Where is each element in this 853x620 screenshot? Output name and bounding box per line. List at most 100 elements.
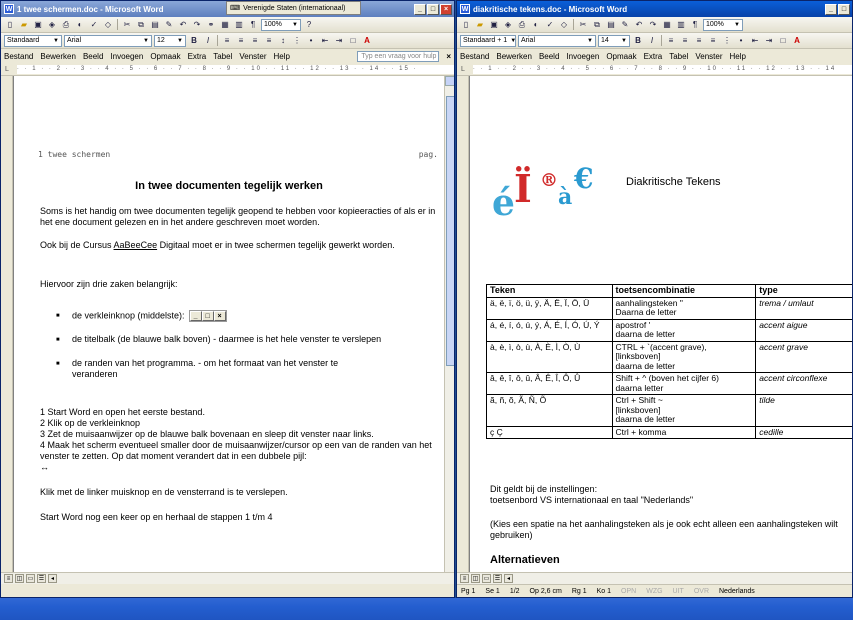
table-icon[interactable]: ▦	[219, 19, 231, 31]
title-bar[interactable]: W diakritische tekens.doc - Microsoft Wo…	[457, 1, 852, 17]
outdent-icon[interactable]: ⇤	[319, 35, 331, 47]
bold-icon[interactable]: B	[632, 35, 644, 47]
menu-invoegen[interactable]: Invoegen	[110, 52, 143, 61]
permission-icon[interactable]: ◈	[502, 19, 514, 31]
open-icon[interactable]: ▰	[18, 19, 30, 31]
status-language[interactable]: Nederlands	[719, 588, 755, 595]
preview-icon[interactable]: ◐	[74, 19, 86, 31]
new-icon[interactable]: ▯	[460, 19, 472, 31]
menu-invoegen[interactable]: Invoegen	[566, 52, 599, 61]
paragraph-icon[interactable]: ¶	[247, 19, 259, 31]
redo-icon[interactable]: ↷	[191, 19, 203, 31]
menu-tabel[interactable]: Tabel	[669, 52, 688, 61]
horizontal-ruler[interactable]: L · · 1 · · 2 · · 3 · · 4 · · 5 · · 6 · …	[1, 63, 454, 76]
numbering-icon[interactable]: ⋮	[291, 35, 303, 47]
minimize-button[interactable]: _	[825, 3, 837, 15]
save-icon[interactable]: ▣	[488, 19, 500, 31]
style-select[interactable]: Standaard + 1 ▼	[460, 34, 516, 47]
spelling-icon[interactable]: ✓	[88, 19, 100, 31]
page[interactable]: 1 twee schermen pag. In twee documenten …	[14, 76, 444, 572]
permission-icon[interactable]: ◈	[46, 19, 58, 31]
vertical-ruler[interactable]	[1, 76, 13, 572]
horizontal-scrollbar[interactable]: ≡ ◫ ▭ ☰ ◂	[457, 572, 852, 584]
minimize-button[interactable]: _	[414, 3, 426, 15]
cut-icon[interactable]: ✂	[577, 19, 589, 31]
close-doc-icon[interactable]: ×	[446, 52, 451, 61]
columns-icon[interactable]: ▥	[675, 19, 687, 31]
menu-venster[interactable]: Venster	[695, 52, 722, 61]
menu-tabel[interactable]: Tabel	[213, 52, 232, 61]
font-select[interactable]: Arial ▼	[64, 34, 152, 47]
border-icon[interactable]: □	[777, 35, 789, 47]
center-icon[interactable]: ≡	[235, 35, 247, 47]
menu-bewerken[interactable]: Bewerken	[496, 52, 532, 61]
undo-icon[interactable]: ↶	[177, 19, 189, 31]
justify-icon[interactable]: ≡	[707, 35, 719, 47]
menu-beeld[interactable]: Beeld	[83, 52, 103, 61]
print-icon[interactable]: ⎙	[516, 19, 528, 31]
indent-icon[interactable]: ⇥	[763, 35, 775, 47]
restore-button[interactable]: □	[427, 3, 439, 15]
zoom-select[interactable]: 100% ▼	[261, 18, 301, 31]
undo-icon[interactable]: ↶	[633, 19, 645, 31]
center-icon[interactable]: ≡	[679, 35, 691, 47]
close-button[interactable]: ×	[440, 3, 452, 15]
font-select[interactable]: Arial ▼	[518, 34, 596, 47]
status-opn[interactable]: OPN	[621, 588, 636, 595]
spelling-icon[interactable]: ✓	[544, 19, 556, 31]
format-painter-icon[interactable]: ✎	[163, 19, 175, 31]
menu-beeld[interactable]: Beeld	[539, 52, 559, 61]
print-icon[interactable]: ⎙	[60, 19, 72, 31]
align-left-icon[interactable]: ≡	[221, 35, 233, 47]
status-uit[interactable]: UIT	[673, 588, 684, 595]
style-select[interactable]: Standaard ▼	[4, 34, 62, 47]
menu-extra[interactable]: Extra	[644, 52, 663, 61]
restore-button[interactable]: □	[838, 3, 850, 15]
horizontal-ruler[interactable]: L · · 1 · · 2 · · 3 · · 4 · · 5 · · 6 · …	[457, 63, 852, 76]
new-icon[interactable]: ▯	[4, 19, 16, 31]
size-select[interactable]: 12 ▼	[154, 34, 186, 47]
copy-icon[interactable]: ⧉	[135, 19, 147, 31]
status-ovr[interactable]: OVR	[694, 588, 709, 595]
format-painter-icon[interactable]: ✎	[619, 19, 631, 31]
horizontal-scrollbar[interactable]: ≡ ◫ ▭ ☰ ◂	[1, 572, 454, 584]
vertical-ruler[interactable]	[457, 76, 469, 572]
table-icon[interactable]: ▦	[661, 19, 673, 31]
line-spacing-icon[interactable]: ↕	[277, 35, 289, 47]
menu-venster[interactable]: Venster	[239, 52, 266, 61]
help-search-input[interactable]: Typ een vraag voor hulp	[357, 50, 440, 62]
cut-icon[interactable]: ✂	[121, 19, 133, 31]
menu-bewerken[interactable]: Bewerken	[40, 52, 76, 61]
bold-icon[interactable]: B	[188, 35, 200, 47]
menu-help[interactable]: Help	[730, 52, 746, 61]
menu-bestand[interactable]: Bestand	[460, 52, 489, 61]
help-icon[interactable]: ?	[303, 19, 315, 31]
research-icon[interactable]: ◇	[102, 19, 114, 31]
menu-bestand[interactable]: Bestand	[4, 52, 33, 61]
copy-icon[interactable]: ⧉	[591, 19, 603, 31]
save-icon[interactable]: ▣	[32, 19, 44, 31]
justify-icon[interactable]: ≡	[263, 35, 275, 47]
paragraph-icon[interactable]: ¶	[689, 19, 701, 31]
hyperlink-icon[interactable]: ⚭	[205, 19, 217, 31]
menu-opmaak[interactable]: Opmaak	[150, 52, 180, 61]
border-icon[interactable]: □	[347, 35, 359, 47]
paste-icon[interactable]: ▤	[149, 19, 161, 31]
indent-icon[interactable]: ⇥	[333, 35, 345, 47]
font-color-icon[interactable]: A	[791, 35, 803, 47]
redo-icon[interactable]: ↷	[647, 19, 659, 31]
zoom-select[interactable]: 100% ▼	[703, 18, 743, 31]
italic-icon[interactable]: I	[202, 35, 214, 47]
open-icon[interactable]: ▰	[474, 19, 486, 31]
size-select[interactable]: 14 ▼	[598, 34, 630, 47]
align-right-icon[interactable]: ≡	[693, 35, 705, 47]
font-color-icon[interactable]: A	[361, 35, 373, 47]
bullets-icon[interactable]: •	[735, 35, 747, 47]
status-wzg[interactable]: WZG	[646, 588, 662, 595]
paste-icon[interactable]: ▤	[605, 19, 617, 31]
align-right-icon[interactable]: ≡	[249, 35, 261, 47]
menu-extra[interactable]: Extra	[188, 52, 207, 61]
outdent-icon[interactable]: ⇤	[749, 35, 761, 47]
research-icon[interactable]: ◇	[558, 19, 570, 31]
language-bar[interactable]: ⌨ Verenigde Staten (internationaal)	[226, 1, 361, 15]
